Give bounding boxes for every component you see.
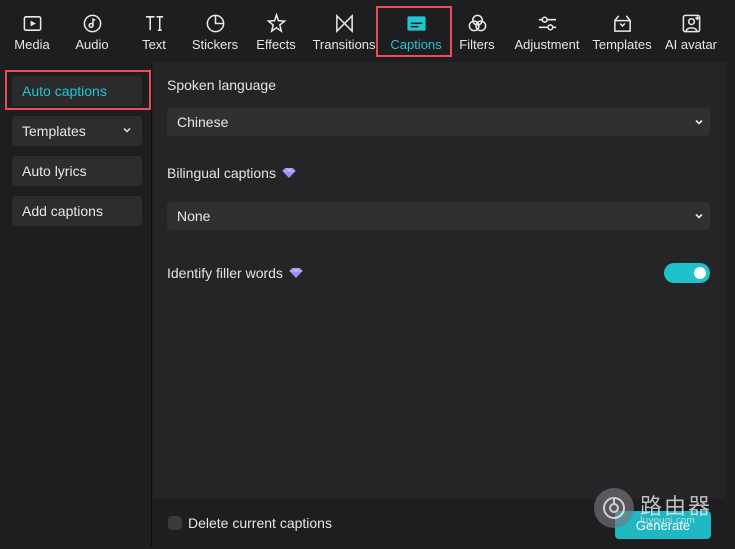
tab-filters[interactable]: Filters [454,4,500,62]
tab-effects[interactable]: Effects [250,4,302,62]
templates-icon [611,12,633,34]
tab-templates-label: Templates [592,37,652,52]
tab-transitions[interactable]: Transitions [310,4,378,62]
tab-ai-avatar[interactable]: AI avatar [660,4,722,62]
tab-filters-label: Filters [459,37,495,52]
tab-effects-label: Effects [256,37,296,52]
sidebar-item-label: Auto captions [22,83,107,99]
tab-text[interactable]: Text [128,4,180,62]
captions-footer: Delete current captions Generate [153,499,726,547]
tab-adjustment-label: Adjustment [514,37,580,52]
transitions-icon [333,12,355,34]
tab-adjustment[interactable]: Adjustment [509,4,585,62]
spoken-language-select[interactable]: Chinese [167,108,710,136]
bilingual-captions-select[interactable]: None [167,202,710,230]
auto-captions-panel: Spoken language Chinese Bilingual captio… [153,62,726,499]
sidebar-item-auto-lyrics[interactable]: Auto lyrics [12,156,142,186]
tab-stickers[interactable]: Stickers [184,4,246,62]
spoken-language-label-text: Spoken language [167,77,276,93]
bilingual-captions-label: Bilingual captions [167,165,296,181]
tab-captions-label: Captions [390,37,442,52]
effects-icon [265,12,287,34]
adjustment-icon [536,12,558,34]
toggle-knob [694,267,706,279]
tab-audio[interactable]: Audio [64,4,120,62]
spoken-language-label: Spoken language [167,77,276,93]
captions-sidebar: Auto captions Templates Auto lyrics Add … [4,62,152,547]
ai-avatar-icon [680,12,702,34]
audio-icon [81,12,103,34]
tab-transitions-label: Transitions [312,37,376,52]
sidebar-item-templates[interactable]: Templates [12,116,142,146]
chevron-down-icon [695,213,703,219]
generate-button-label: Generate [635,517,691,533]
text-icon [143,12,165,34]
spoken-language-value: Chinese [177,114,229,130]
tab-media[interactable]: Media [4,4,60,62]
sidebar-item-label: Templates [22,123,86,139]
tab-ai-avatar-label: AI avatar [664,37,718,52]
tab-stickers-label: Stickers [191,37,239,52]
filters-icon [466,12,488,34]
sidebar-item-label: Auto lyrics [22,163,87,179]
captions-icon [405,12,427,34]
chevron-down-icon [695,119,703,125]
pro-gem-icon [282,167,296,178]
bilingual-captions-label-text: Bilingual captions [167,165,276,181]
bilingual-captions-value: None [177,208,211,224]
pro-gem-icon [289,267,303,278]
delete-captions-label[interactable]: Delete current captions [188,515,332,531]
generate-button[interactable]: Generate [615,511,711,539]
filler-words-toggle[interactable] [664,263,710,283]
filler-words-label-text: Identify filler words [167,265,283,281]
sidebar-item-label: Add captions [22,203,103,219]
top-toolbar: Media Audio Text Stickers Effects Transi… [4,4,726,62]
sidebar-item-add-captions[interactable]: Add captions [12,196,142,226]
tab-media-label: Media [14,37,50,52]
sidebar-item-auto-captions[interactable]: Auto captions [12,76,142,106]
tab-templates[interactable]: Templates [589,4,655,62]
app-window: Media Audio Text Stickers Effects Transi… [0,0,735,549]
media-icon [21,12,43,34]
tab-captions[interactable]: Captions [381,4,451,62]
filler-words-label: Identify filler words [167,265,303,281]
chevron-down-icon [123,127,131,133]
tab-audio-label: Audio [75,37,109,52]
delete-captions-checkbox[interactable] [168,516,182,530]
tab-text-label: Text [142,37,166,52]
stickers-icon [204,12,226,34]
